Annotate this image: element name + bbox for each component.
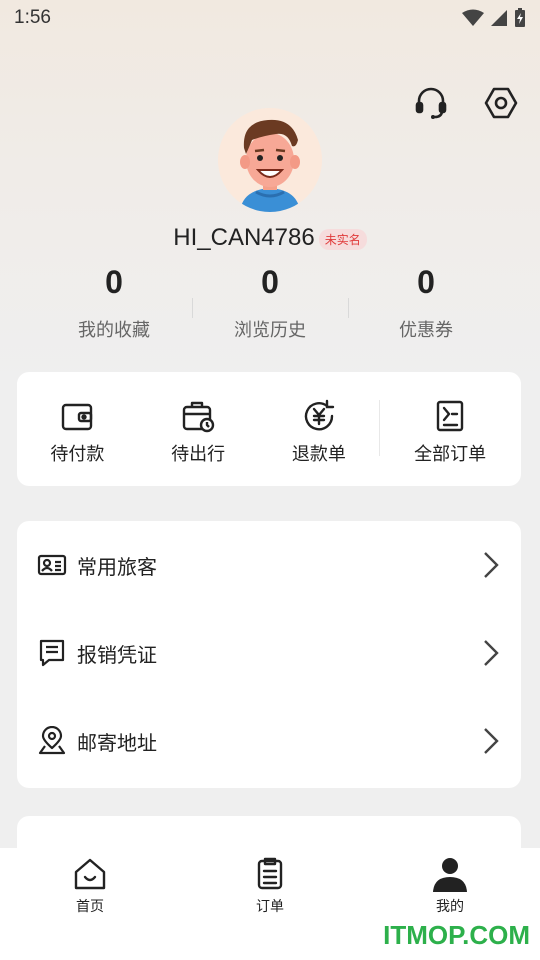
stat-label: 我的收藏: [78, 320, 150, 341]
status-icons: [462, 8, 526, 28]
customer-service-button[interactable]: [412, 84, 450, 122]
menu-item-mailing-address[interactable]: 邮寄地址: [17, 697, 521, 785]
stat-history[interactable]: 0 浏览历史: [192, 262, 348, 352]
location-pin-icon: [38, 726, 66, 755]
stat-label: 浏览历史: [234, 320, 306, 341]
avatar-cartoon-icon: [218, 108, 322, 212]
menu-item-reimbursement[interactable]: 报销凭证: [17, 609, 521, 697]
menu-label: 报销凭证: [77, 642, 157, 667]
tab-label: 我的: [436, 899, 464, 915]
order-refund[interactable]: 退款单: [259, 372, 380, 486]
menu-label: 常用旅客: [77, 554, 157, 579]
settings-button[interactable]: [482, 84, 520, 122]
tab-home[interactable]: 首页: [0, 848, 180, 960]
wifi-icon: [462, 9, 484, 26]
wallet-icon: [62, 403, 93, 431]
chevron-right-icon: [484, 552, 499, 578]
tab-label: 订单: [256, 899, 284, 915]
stat-value: 0: [105, 264, 123, 300]
order-icon: [257, 857, 283, 890]
stat-value: 0: [417, 264, 435, 300]
id-card-icon: [37, 554, 67, 576]
order-label: 全部订单: [414, 444, 487, 465]
status-bar: 1:56: [0, 0, 540, 36]
settings-hex-icon: [484, 87, 518, 119]
stat-label: 优惠券: [399, 320, 453, 341]
menu-label: 邮寄地址: [77, 730, 157, 755]
signal-icon: [491, 10, 507, 26]
menu-item-travelers[interactable]: 常用旅客: [17, 521, 521, 609]
tab-orders[interactable]: 订单: [180, 848, 360, 960]
home-icon: [74, 858, 106, 890]
stats-row: 0 我的收藏 0 浏览历史 0 优惠券: [36, 262, 504, 352]
yuan-refund-icon: [304, 399, 335, 431]
watermark: ITMOP.COM: [383, 920, 530, 950]
orders-card: 待付款 待出行 退款单 全部订单: [17, 372, 521, 486]
suitcase-clock-icon: [182, 401, 215, 433]
stat-favorites[interactable]: 0 我的收藏: [36, 262, 192, 352]
chevron-right-icon: [484, 728, 499, 754]
order-label: 待出行: [171, 444, 226, 465]
order-all[interactable]: 全部订单: [379, 372, 521, 486]
profile-icon: [433, 858, 467, 892]
order-label: 待付款: [50, 444, 105, 465]
username-row: HI_CAN4786 未实名: [0, 222, 540, 254]
receipt-icon: [39, 639, 65, 667]
avatar[interactable]: [218, 108, 322, 212]
menu-card: 常用旅客 报销凭证 邮寄地址: [17, 521, 521, 788]
order-upcoming-trip[interactable]: 待出行: [138, 372, 259, 486]
order-label: 退款单: [291, 444, 346, 465]
stat-value: 0: [261, 264, 279, 300]
order-list-icon: [436, 400, 464, 432]
order-pending-payment[interactable]: 待付款: [17, 372, 138, 486]
battery-icon: [515, 8, 525, 27]
stat-coupons[interactable]: 0 优惠券: [348, 262, 504, 352]
username: HI_CAN4786: [173, 224, 315, 251]
status-time: 1:56: [14, 7, 51, 28]
verification-badge[interactable]: 未实名: [318, 228, 367, 250]
tab-label: 首页: [76, 899, 104, 915]
chevron-right-icon: [484, 640, 499, 666]
headset-icon: [415, 87, 447, 119]
